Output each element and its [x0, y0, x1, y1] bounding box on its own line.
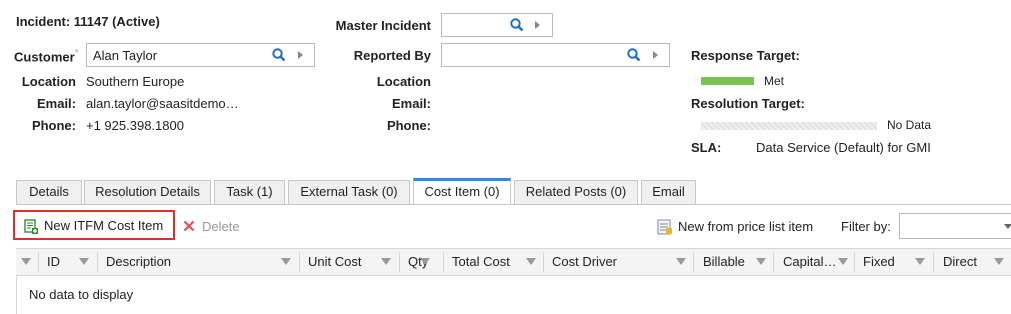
- column-header-id[interactable]: ID: [47, 254, 60, 269]
- filter-icon[interactable]: [676, 258, 686, 265]
- column-header-description[interactable]: Description: [106, 254, 171, 269]
- column-header-cost-driver[interactable]: Cost Driver: [552, 254, 617, 269]
- new-item-icon: [24, 219, 38, 234]
- response-target-label: Response Target:: [691, 48, 800, 63]
- column-separator: [443, 252, 444, 272]
- reported-phone-label: Phone:: [386, 118, 431, 133]
- empty-grid-message: No data to display: [29, 287, 134, 302]
- customer-email-label: Email:: [36, 96, 76, 111]
- expand-arrow-icon[interactable]: [535, 21, 540, 29]
- customer-location-label: Location: [21, 74, 76, 89]
- customer-phone-value: +1 925.398.1800: [86, 118, 184, 133]
- customer-location-value: Southern Europe: [86, 74, 185, 89]
- column-header-total-cost[interactable]: Total Cost: [452, 254, 510, 269]
- tab-related-posts[interactable]: Related Posts (0): [514, 180, 638, 204]
- chevron-down-icon: [1004, 224, 1011, 229]
- column-header-capital[interactable]: Capital…: [783, 254, 836, 269]
- column-header-unit-cost[interactable]: Unit Cost: [308, 254, 361, 269]
- tab-email[interactable]: Email: [641, 180, 696, 204]
- filter-by-dropdown[interactable]: [899, 213, 1011, 239]
- column-separator: [399, 252, 400, 272]
- sla-value: Data Service (Default) for GMI: [756, 140, 931, 155]
- delete-x-icon: [183, 220, 195, 232]
- column-header-fixed[interactable]: Fixed: [863, 254, 895, 269]
- filter-icon[interactable]: [79, 258, 89, 265]
- new-itfm-cost-item-label: New ITFM Cost Item: [44, 218, 164, 233]
- price-list-icon: [657, 219, 672, 235]
- customer-label: Customer*: [14, 48, 79, 65]
- column-separator: [38, 252, 39, 272]
- sla-label: SLA:: [691, 140, 722, 155]
- tab-external-task[interactable]: External Task (0): [288, 180, 410, 204]
- master-incident-field[interactable]: [441, 13, 553, 37]
- response-target-bar: [701, 77, 754, 85]
- grid-header: ID Description Unit Cost Qty Total Cost …: [16, 248, 1011, 276]
- new-from-price-list-label: New from price list item: [678, 219, 814, 234]
- search-icon[interactable]: [510, 18, 524, 32]
- reported-email-label: Email:: [391, 96, 431, 111]
- filter-icon[interactable]: [381, 258, 391, 265]
- column-separator: [854, 252, 855, 272]
- new-from-price-list-button[interactable]: New from price list item: [657, 218, 817, 236]
- cost-item-toolbar: New ITFM Cost Item Delete New from price…: [13, 205, 1011, 247]
- column-separator: [299, 252, 300, 272]
- filter-icon[interactable]: [838, 258, 848, 265]
- column-separator: [97, 252, 98, 272]
- filter-icon[interactable]: [281, 258, 291, 265]
- reported-location-label: Location: [376, 74, 431, 89]
- column-header-direct[interactable]: Direct: [943, 254, 977, 269]
- expand-arrow-icon[interactable]: [653, 51, 658, 59]
- delete-button[interactable]: Delete: [183, 218, 253, 236]
- reported-by-label: Reported By: [353, 48, 431, 63]
- resolution-target-bar: [701, 122, 877, 130]
- resolution-target-label: Resolution Target:: [691, 96, 805, 111]
- response-target-status: Met: [764, 74, 785, 88]
- column-separator: [543, 252, 544, 272]
- new-itfm-cost-item-button[interactable]: New ITFM Cost Item: [13, 210, 175, 240]
- reported-by-field[interactable]: [441, 43, 670, 67]
- tab-task[interactable]: Task (1): [214, 180, 285, 204]
- column-separator: [693, 252, 694, 272]
- column-separator: [933, 252, 934, 272]
- customer-phone-label: Phone:: [31, 118, 76, 133]
- filter-icon[interactable]: [756, 258, 766, 265]
- column-header-billable[interactable]: Billable: [703, 254, 745, 269]
- filter-icon[interactable]: [994, 258, 1004, 265]
- master-incident-label: Master Incident: [335, 18, 431, 33]
- customer-field[interactable]: Alan Taylor: [86, 43, 315, 67]
- required-marker: *: [74, 48, 79, 59]
- filter-icon[interactable]: [21, 258, 31, 265]
- search-icon[interactable]: [627, 48, 641, 62]
- customer-value: Alan Taylor: [93, 48, 158, 63]
- filter-by-label: Filter by:: [841, 219, 891, 234]
- filter-icon[interactable]: [420, 258, 430, 265]
- tab-resolution-details[interactable]: Resolution Details: [84, 180, 211, 204]
- tab-details[interactable]: Details: [16, 180, 82, 204]
- tab-cost-item[interactable]: Cost Item (0): [413, 178, 511, 204]
- resolution-target-status: No Data: [887, 118, 932, 132]
- customer-email-value: alan.taylor@saasitdemo…: [86, 96, 239, 111]
- grid-body: No data to display: [16, 275, 1011, 314]
- delete-label: Delete: [202, 219, 240, 234]
- filter-icon[interactable]: [915, 258, 925, 265]
- search-icon[interactable]: [272, 48, 286, 62]
- column-separator: [773, 252, 774, 272]
- incident-title: Incident: 11147 (Active): [16, 14, 160, 29]
- filter-icon[interactable]: [526, 258, 536, 265]
